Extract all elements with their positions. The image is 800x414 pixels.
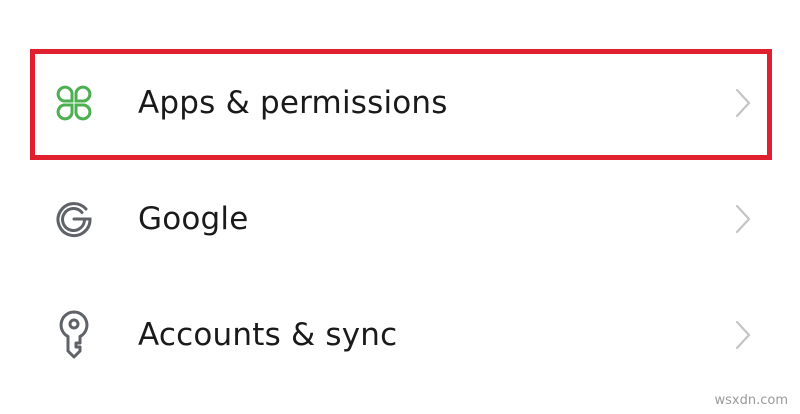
key-icon <box>50 310 98 359</box>
settings-list: Apps & permissions Google Accounts & syn… <box>0 45 800 393</box>
watermark: wsxdn.com <box>714 393 789 408</box>
settings-item-google[interactable]: Google <box>0 161 800 277</box>
apps-grid-icon <box>50 79 98 127</box>
settings-item-apps-permissions[interactable]: Apps & permissions <box>0 45 800 161</box>
settings-item-label: Google <box>138 200 249 237</box>
chevron-right-icon <box>731 317 755 353</box>
chevron-right-icon <box>731 201 755 237</box>
settings-screen: Apps & permissions Google Accounts & syn… <box>0 0 800 414</box>
settings-item-label: Accounts & sync <box>138 316 398 353</box>
chevron-right-icon <box>731 85 755 121</box>
settings-item-label: Apps & permissions <box>138 84 448 121</box>
settings-item-accounts-sync[interactable]: Accounts & sync <box>0 277 800 393</box>
google-g-icon <box>50 195 98 243</box>
